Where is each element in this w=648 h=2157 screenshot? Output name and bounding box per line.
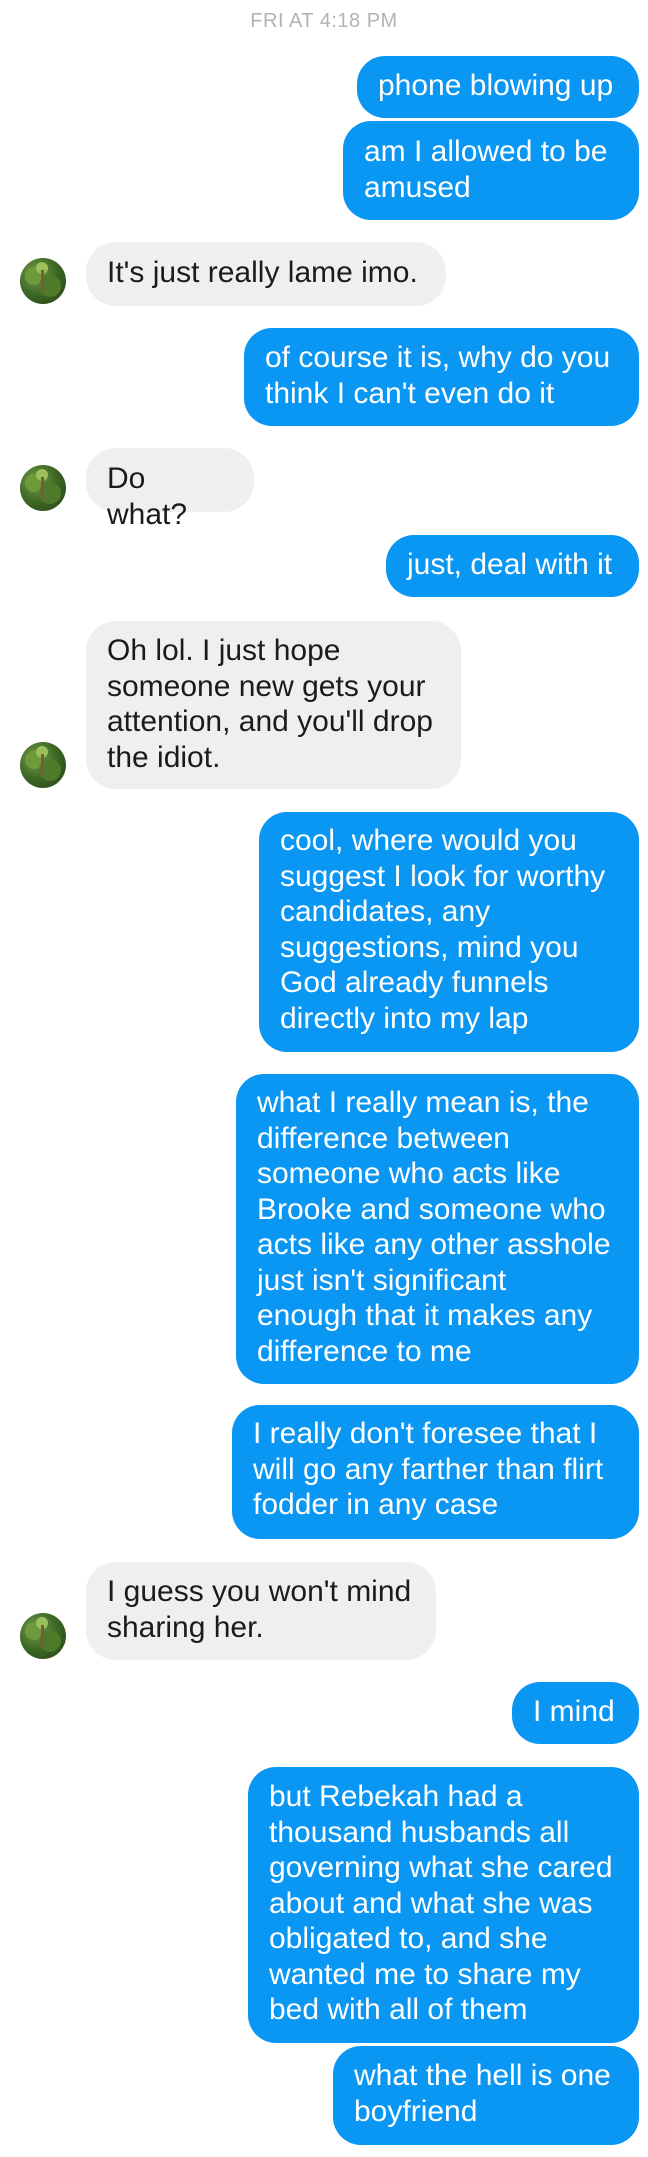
outgoing-message[interactable]: but Rebekah had a thousand husbands all … — [248, 1767, 639, 2043]
incoming-message[interactable]: I guess you won't mind sharing her. — [86, 1562, 436, 1660]
outgoing-message[interactable]: what I really mean is, the difference be… — [236, 1074, 639, 1384]
incoming-message[interactable]: It's just really lame imo. — [86, 242, 446, 306]
message-thread: FRI AT 4:18 PM phone blowing up am I all… — [0, 0, 648, 2157]
avatar-photo-icon[interactable] — [20, 258, 66, 304]
outgoing-message[interactable]: cool, where would you suggest I look for… — [259, 812, 639, 1052]
outgoing-message[interactable]: am I allowed to be amused — [343, 121, 639, 220]
incoming-message[interactable]: Do what? — [86, 448, 254, 531]
outgoing-message[interactable]: of course it is, why do you think I can'… — [244, 328, 639, 426]
outgoing-message[interactable]: what the hell is one boyfriend — [333, 2046, 639, 2145]
avatar-photo-icon[interactable] — [20, 1613, 66, 1659]
outgoing-message[interactable]: phone blowing up — [357, 56, 639, 118]
outgoing-message[interactable]: I mind — [512, 1682, 639, 1744]
incoming-message[interactable]: Oh lol. I just hope someone new gets you… — [86, 621, 461, 789]
conversation-timestamp: FRI AT 4:18 PM — [250, 10, 398, 32]
outgoing-message[interactable]: just, deal with it — [386, 535, 639, 597]
avatar-photo-icon[interactable] — [20, 742, 66, 788]
outgoing-message[interactable]: I really don't foresee that I will go an… — [232, 1405, 639, 1539]
avatar-photo-icon[interactable] — [20, 465, 66, 511]
